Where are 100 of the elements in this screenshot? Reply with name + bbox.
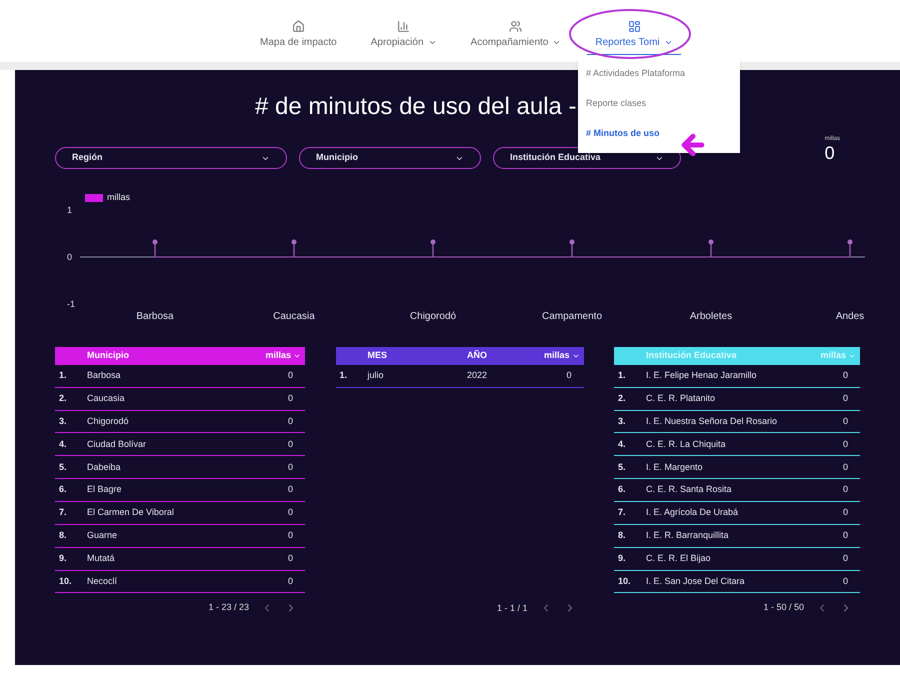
row-number: 2. [617, 392, 627, 405]
row-number: 5. [58, 460, 68, 474]
table-cell-text: 0 [842, 460, 849, 474]
table-cell-text: 0 [286, 414, 294, 428]
row-number: 6. [58, 483, 68, 496]
row-number: 1. [617, 369, 627, 382]
category-label: Andes [836, 311, 864, 322]
row-number: 2. [58, 392, 68, 405]
category-label: Chigorodó [410, 311, 456, 322]
row-number: 10. [617, 574, 632, 588]
column-header[interactable]: Municipio [87, 349, 245, 363]
table-cell-text: 0 [286, 369, 294, 382]
category-label: Caucasia [273, 311, 315, 322]
report-title: # de minutos de uso del aula - [255, 92, 577, 122]
row-number: 8. [617, 529, 627, 542]
table-cell-text: 0 [842, 392, 849, 405]
data-point [570, 240, 574, 257]
table-cell-text: I. E. Felipe Henao Jaramillo [646, 369, 758, 382]
row-number: 1. [58, 369, 68, 382]
table-cell-text: 0 [842, 483, 849, 496]
table-cell-text: 0 [842, 414, 849, 428]
table-cell-text: 0 [842, 438, 849, 451]
table-cell-text: 0 [565, 369, 572, 382]
row-number: 8. [58, 529, 68, 542]
table-cell-text: I. E. Margento [646, 460, 704, 474]
table-cell-text: Barbosa [87, 369, 122, 382]
table-cell-text: Caucasia [87, 392, 126, 405]
row-number: 9. [58, 552, 68, 565]
table-cell-text: 0 [842, 529, 849, 542]
row-number: 3. [617, 414, 627, 428]
table-cell-text: 0 [286, 392, 294, 405]
data-point [848, 240, 852, 257]
category-label: Campamento [542, 311, 602, 322]
pagination-label: 1 - 50 / 50 [763, 601, 804, 614]
category-label: Arboletes [690, 311, 732, 322]
table-cell-text: El Carmen De Viboral [87, 506, 175, 520]
column-header[interactable]: MES [368, 349, 440, 363]
axis-tick-label: 1 [67, 205, 72, 215]
table-cell-text: 0 [286, 552, 294, 565]
table-cell-text: I. E. Agrícola De Urabá [646, 506, 740, 520]
data-point [708, 240, 714, 257]
table-cell-text: 0 [842, 574, 849, 588]
table-cell-text: C. E. R. Santa Rosita [646, 483, 733, 496]
table-cell-text: Guarne [87, 529, 118, 542]
row-number: 9. [617, 552, 627, 565]
filter-dropdown[interactable]: Municipio [299, 147, 481, 169]
table-cell-text: Necoclí [87, 574, 118, 588]
pagination-label: 1 - 1 / 1 [496, 602, 528, 614]
row-number: 10. [58, 574, 73, 588]
table-cell-text: 0 [842, 369, 849, 382]
column-header[interactable]: millas [245, 349, 305, 363]
table-cell-text: 0 [286, 460, 294, 474]
table-cell-text: El Bagre [87, 483, 123, 496]
table-cell-text: 2022 [466, 369, 488, 382]
table-cell-text: C. E. R. La Chiquita [646, 438, 727, 451]
table-cell-text: I. E. San Jose Del Citara [646, 574, 746, 588]
data-point [152, 240, 158, 257]
row-number: 5. [617, 460, 627, 474]
table-cell-text: Dabeiba [87, 460, 122, 474]
row-number: 7. [617, 506, 627, 520]
table-cell-text: I. E. R. Barranquillita [646, 529, 730, 542]
menu-item[interactable]: # Minutos de uso [586, 127, 732, 141]
nav-tab[interactable]: Apropiación [362, 20, 445, 56]
legend-label: millas [107, 191, 130, 204]
table-cell-text: 0 [286, 483, 294, 496]
row-number: 6. [617, 483, 627, 496]
data-point [292, 240, 296, 257]
people-icon [509, 20, 522, 33]
bar-chart-icon [397, 20, 410, 33]
table-cell-text: Mutatá [87, 552, 116, 565]
home-icon [292, 20, 305, 33]
column-header[interactable]: AÑO [440, 349, 514, 363]
table-cell-text: 0 [286, 506, 294, 520]
table-cell-text: 0 [842, 552, 849, 565]
table-cell-text: 0 [286, 438, 294, 451]
row-number: 1. [338, 369, 348, 382]
scorecard-value: 0 [824, 144, 835, 162]
column-header[interactable]: millas [514, 349, 584, 363]
table-cell-text: 0 [286, 529, 294, 542]
table-cell-text: Chigorodó [87, 414, 130, 428]
pagination-label: 1 - 23 / 23 [208, 601, 249, 614]
table-cell-text: C. E. R. El Bijao [646, 552, 712, 565]
axis-tick-label: -1 [67, 299, 76, 309]
category-label: Barbosa [136, 311, 174, 322]
table-cell-text: I. E. Nuestra Señora Del Rosario [646, 414, 778, 428]
data-point [430, 240, 436, 257]
table-cell-text: Ciudad Bolívar [87, 438, 148, 451]
row-number: 7. [58, 506, 68, 520]
filter-dropdown[interactable]: Región [55, 147, 287, 169]
menu-item[interactable]: Reporte clases [586, 97, 732, 111]
nav-tab[interactable]: Acompañamiento [462, 20, 570, 56]
table-cell-text: julio [368, 369, 385, 382]
row-number: 3. [58, 414, 68, 428]
dashboard-icon [628, 20, 640, 33]
table-cell-text: C. E. R. Platanito [646, 392, 716, 405]
menu-item[interactable]: # Actividades Plataforma [586, 67, 732, 81]
table-cell-text: 0 [842, 506, 849, 520]
nav-tab[interactable]: Mapa de impacto [252, 20, 345, 56]
axis-tick-label: 0 [67, 252, 72, 262]
row-number: 4. [58, 438, 68, 451]
